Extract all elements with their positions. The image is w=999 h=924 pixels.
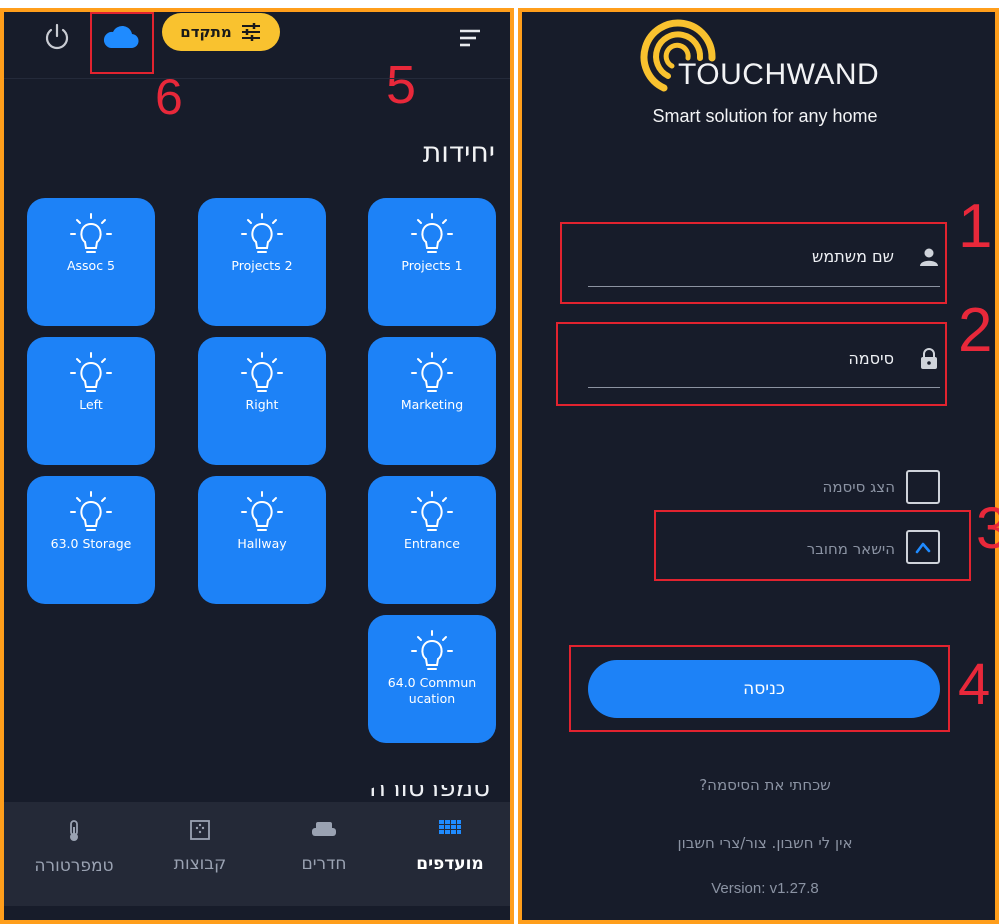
unit-tile[interactable]: Assoc 5 bbox=[27, 198, 155, 326]
unit-tile-label: 63.0 Storage bbox=[50, 536, 132, 551]
lock-icon bbox=[921, 348, 937, 369]
unit-tile[interactable]: Projects 1 bbox=[368, 198, 496, 326]
group-icon bbox=[190, 820, 210, 840]
lightbulb-icon bbox=[70, 352, 112, 392]
lightbulb-icon bbox=[411, 352, 453, 392]
show-password-label: הצג סיסמה bbox=[822, 478, 895, 496]
annotation-number-3: 3 bbox=[976, 496, 999, 561]
advanced-button[interactable]: מתקדם bbox=[162, 13, 280, 51]
checkmark-icon bbox=[915, 542, 931, 554]
unit-tile[interactable]: Right bbox=[198, 337, 326, 465]
lightbulb-icon bbox=[411, 213, 453, 253]
unit-tile[interactable]: Marketing bbox=[368, 337, 496, 465]
unit-tile-label: Hallway bbox=[237, 536, 287, 551]
unit-tile[interactable]: Hallway bbox=[198, 476, 326, 604]
bottom-nav: מועדפים חדרים קבוצות טמפרטורה bbox=[4, 802, 510, 906]
lightbulb-icon bbox=[241, 491, 283, 531]
stay-connected-label: הישאר מחובר bbox=[806, 540, 895, 558]
unit-tile-label: Right bbox=[245, 397, 279, 412]
sliders-icon bbox=[241, 23, 260, 41]
grid-icon bbox=[439, 820, 461, 834]
annotation-number-1: 1 bbox=[958, 192, 993, 261]
units-section-title: יחידות bbox=[422, 136, 495, 169]
thermometer-icon bbox=[70, 820, 78, 841]
logo-wand: WAND bbox=[786, 58, 880, 91]
show-password-checkbox[interactable] bbox=[906, 470, 940, 504]
power-icon[interactable] bbox=[40, 20, 74, 54]
unit-tile-label: Marketing bbox=[400, 397, 464, 412]
annotation-box-6 bbox=[90, 12, 154, 74]
unit-tile-label: Projects 1 bbox=[401, 258, 463, 273]
touchwand-logo: TOUCHWAND bbox=[630, 18, 900, 98]
unit-tile[interactable]: 64.0 Commun ucation bbox=[368, 615, 496, 743]
stay-connected-checkbox[interactable] bbox=[906, 530, 940, 564]
unit-tile[interactable]: Entrance bbox=[368, 476, 496, 604]
nav-groups-label: קבוצות bbox=[173, 854, 227, 874]
annotation-number-6: 6 bbox=[155, 69, 183, 125]
unit-tile-label: Entrance bbox=[403, 536, 460, 551]
annotation-number-4: 4 bbox=[958, 652, 991, 717]
lightbulb-icon bbox=[241, 213, 283, 253]
nav-rooms-label: חדרים bbox=[301, 854, 347, 874]
create-account-link[interactable]: אין לי חשבון. צור/צרי חשבון bbox=[600, 834, 930, 852]
header-divider bbox=[4, 78, 510, 79]
username-underline bbox=[588, 286, 940, 287]
lightbulb-icon bbox=[241, 352, 283, 392]
password-underline bbox=[588, 387, 940, 388]
menu-icon[interactable] bbox=[456, 27, 484, 49]
lightbulb-icon bbox=[411, 491, 453, 531]
unit-tile[interactable]: Projects 2 bbox=[198, 198, 326, 326]
sofa-icon bbox=[312, 822, 336, 836]
unit-tile-label: Assoc 5 bbox=[66, 258, 116, 273]
lightbulb-icon bbox=[411, 630, 453, 670]
nav-groups[interactable]: קבוצות bbox=[140, 820, 260, 874]
nav-rooms[interactable]: חדרים bbox=[264, 820, 384, 874]
lightbulb-icon bbox=[70, 491, 112, 531]
username-label: שם משתמש bbox=[812, 247, 894, 266]
login-button[interactable]: כניסה bbox=[588, 660, 940, 718]
password-field[interactable]: סיסמה bbox=[588, 342, 940, 388]
tagline: Smart solution for any home bbox=[652, 106, 878, 126]
nav-temperature-label: טמפרטורה bbox=[34, 856, 114, 876]
nav-favorites-label: מועדפים bbox=[416, 854, 484, 874]
unit-tile-label: 64.0 Commun ucation bbox=[387, 675, 477, 706]
nav-temperature[interactable]: טמפרטורה bbox=[14, 820, 134, 876]
logo-touch: TOUCH bbox=[678, 58, 787, 91]
password-label: סיסמה bbox=[848, 349, 894, 368]
user-icon bbox=[920, 248, 938, 266]
annotation-number-2: 2 bbox=[958, 296, 993, 365]
username-field[interactable]: שם משתמש bbox=[588, 240, 940, 286]
version-text: Version: v1.27.8 bbox=[711, 880, 819, 897]
unit-tile[interactable]: Left bbox=[27, 337, 155, 465]
unit-tile-label: Left bbox=[79, 397, 103, 412]
advanced-button-label: מתקדם bbox=[180, 23, 232, 41]
temperature-section-title: טמפרטורה bbox=[370, 785, 490, 799]
unit-tile[interactable]: 63.0 Storage bbox=[27, 476, 155, 604]
lightbulb-icon bbox=[70, 213, 112, 253]
annotation-number-5: 5 bbox=[386, 55, 417, 115]
unit-tile-label: Projects 2 bbox=[231, 258, 293, 273]
forgot-password-link[interactable]: שכחתי את הסיסמה? bbox=[600, 776, 930, 794]
nav-favorites[interactable]: מועדפים bbox=[390, 820, 510, 874]
